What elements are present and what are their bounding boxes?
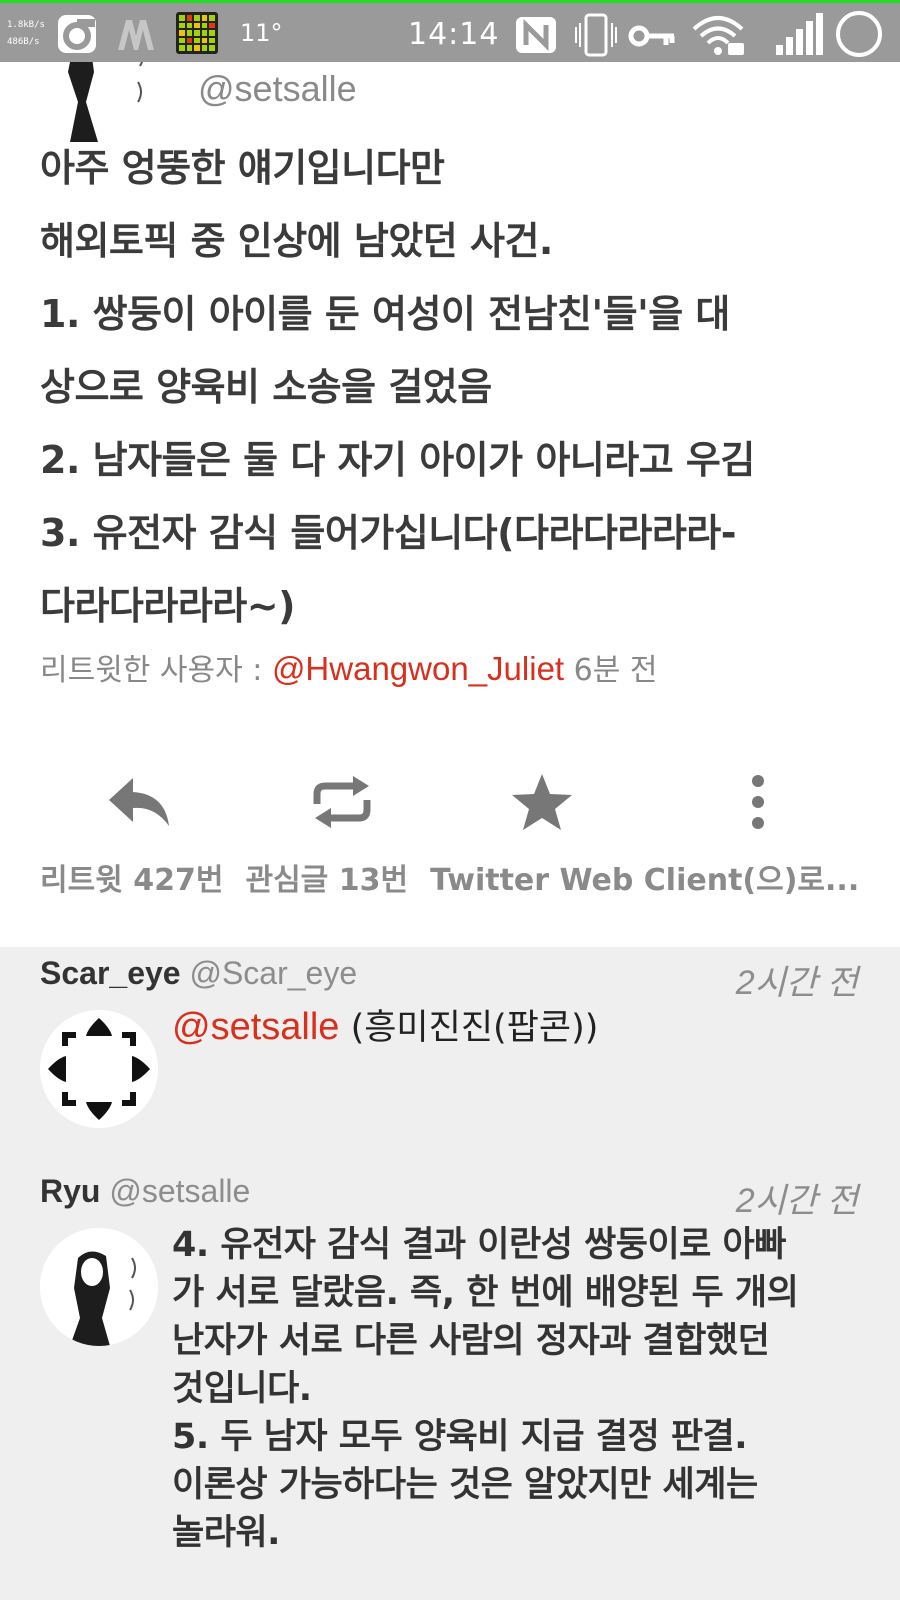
reply-icon — [109, 778, 169, 826]
m-app-icon — [118, 20, 154, 50]
reply-time: 2시간 전 — [735, 964, 858, 1002]
clock: 14:14 — [408, 17, 500, 52]
vpn-key-icon — [628, 25, 675, 47]
retweet-count[interactable]: 리트윗 427번 — [40, 863, 223, 898]
tweet-actions — [0, 752, 900, 852]
reply-line: 5. 두 남자 모두 양육비 지급 결정 판결. — [172, 1417, 748, 1457]
reply-line: 이론상 가능하다는 것은 알았지만 세계는 — [172, 1465, 758, 1505]
reply-avatar[interactable] — [40, 1228, 158, 1346]
tweet-line: 1. 쌍둥이 아이를 둔 여성이 전남친'들'을 대 — [40, 292, 730, 336]
replies-list: Scar_eye @Scar_eye 2시간 전 @setsalle (흥미진진… — [0, 947, 900, 1600]
nfc-icon — [516, 17, 556, 53]
status-bar: 1.8kB/s 486B/s 11° 14:14 — [0, 0, 900, 62]
reply-button[interactable] — [90, 752, 190, 852]
retweet-button[interactable] — [292, 752, 392, 852]
reply-mention[interactable]: @setsalle — [172, 1006, 339, 1048]
signal-icon — [776, 13, 823, 55]
tweet-client: Twitter Web Client(으)로... — [430, 863, 860, 898]
reply-avatar[interactable] — [40, 1010, 158, 1128]
reply-line: 4. 유전자 감식 결과 이란성 쌍둥이로 아빠 — [172, 1225, 786, 1265]
reply-item[interactable]: Scar_eye @Scar_eye 2시간 전 @setsalle (흥미진진… — [0, 955, 900, 1155]
reply-author-handle: @setsalle — [109, 1173, 251, 1209]
network-speed: 1.8kB/s 486B/s — [7, 17, 45, 51]
abstract-avatar-icon — [40, 1010, 158, 1128]
retweeter-link[interactable]: @Hwangwon_Juliet — [272, 650, 564, 687]
reply-author[interactable]: Scar_eye @Scar_eye — [40, 955, 357, 992]
tweet-line: 아주 엉뚱한 얘기입니다만 — [40, 146, 445, 190]
favorite-count[interactable]: 관심글 13번 — [245, 863, 408, 898]
vibrate-icon — [575, 13, 617, 57]
reply-body: (흥미진진(팝콘)) — [350, 1008, 599, 1048]
app-notification-icon — [58, 15, 96, 53]
reply-item[interactable]: Ryu @setsalle 2시간 전 4. 유전자 감식 결과 이란성 쌍둥이… — [0, 1173, 900, 1600]
battery-icon — [836, 11, 882, 57]
reply-line: 것입니다. — [172, 1369, 312, 1409]
tweet-line: 해외토픽 중 인상에 남았던 사건. — [40, 219, 553, 263]
net-up: 1.8kB/s — [7, 20, 45, 30]
sketch-avatar-icon — [40, 1228, 158, 1346]
star-icon — [512, 774, 572, 830]
reply-author-name: Scar_eye — [40, 955, 181, 991]
more-button[interactable] — [708, 752, 808, 852]
reply-line: 가 서로 달랐음. 즉, 한 번에 배양된 두 개의 — [172, 1273, 799, 1313]
retweeted-by-label: 리트윗한 사용자 : — [40, 653, 263, 688]
retweet-time: 6분 전 — [573, 653, 658, 688]
reply-author[interactable]: Ryu @setsalle — [40, 1173, 250, 1210]
reply-text: 4. 유전자 감식 결과 이란성 쌍둥이로 아빠 가 서로 달랐음. 즉, 한 … — [172, 1221, 872, 1557]
tweet-line: 상으로 양육비 소송을 걸었음 — [40, 365, 492, 409]
wifi-icon — [692, 16, 744, 55]
reply-author-name: Ryu — [40, 1173, 101, 1209]
tweet-line: 3. 유전자 감식 들어가십니다(다라다라라라- — [40, 511, 737, 555]
favorite-button[interactable] — [492, 752, 592, 852]
tweet-line: 다라다라라라~) — [40, 584, 295, 628]
retweeted-by: 리트윗한 사용자 : @Hwangwon_Juliet 6분 전 — [40, 645, 657, 689]
reply-time: 2시간 전 — [735, 1182, 858, 1220]
retweet-icon — [313, 776, 371, 828]
reply-line: 난자가 서로 다른 사람의 정자과 결합했던 — [172, 1321, 770, 1361]
tweet-body: 아주 엉뚱한 얘기입니다만 해외토픽 중 인상에 남았던 사건. 1. 쌍둥이 … — [40, 132, 870, 643]
tweet-stats: 리트윗 427번 관심글 13번 Twitter Web Client(으)로... — [40, 855, 859, 899]
reply-author-handle: @Scar_eye — [189, 955, 358, 991]
temperature: 11° — [240, 19, 283, 47]
tweet-handle[interactable]: @setsalle — [198, 68, 357, 110]
net-down: 486B/s — [7, 37, 40, 47]
reply-text: @setsalle (흥미진진(팝콘)) — [172, 1003, 872, 1052]
equalizer-icon — [176, 12, 218, 54]
main-tweet: @setsalle 아주 엉뚱한 얘기입니다만 해외토픽 중 인상에 남았던 사… — [0, 62, 900, 947]
more-vertical-icon — [752, 775, 764, 829]
reply-line: 놀라워. — [172, 1513, 280, 1553]
tweet-line: 2. 남자들은 둘 다 자기 아이가 아니라고 우김 — [40, 438, 755, 482]
